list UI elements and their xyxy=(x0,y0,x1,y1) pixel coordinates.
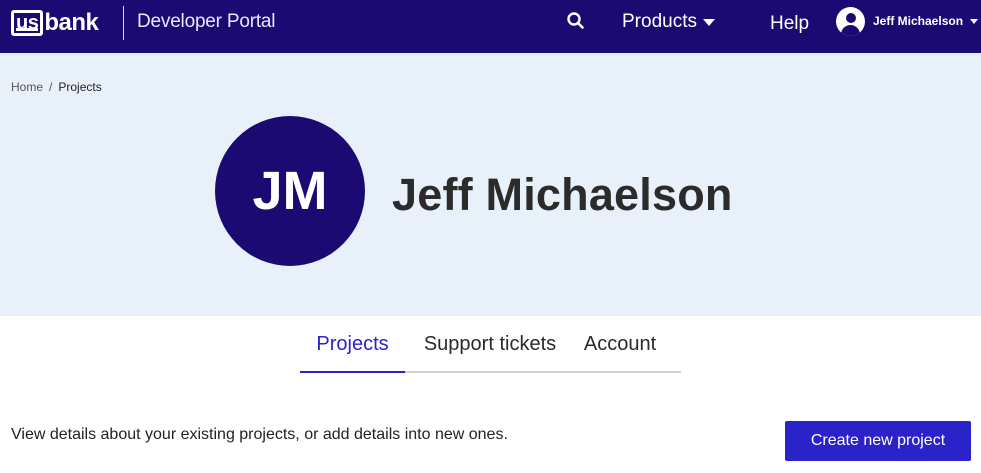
breadcrumb-separator: / xyxy=(49,80,53,94)
user-circle-icon xyxy=(836,6,865,36)
help-link[interactable]: Help xyxy=(770,13,809,35)
top-navigation-bar: us bank Developer Portal Products Help J… xyxy=(0,0,981,53)
user-name-label: Jeff Michaelson xyxy=(873,14,964,28)
tab-projects[interactable]: Projects xyxy=(300,325,405,373)
breadcrumb-home-link[interactable]: Home xyxy=(11,80,43,94)
tab-account[interactable]: Account xyxy=(575,325,665,371)
projects-description: View details about your existing project… xyxy=(11,426,508,443)
portal-title[interactable]: Developer Portal xyxy=(137,11,276,33)
products-menu[interactable]: Products xyxy=(622,11,715,33)
user-menu[interactable]: Jeff Michaelson xyxy=(836,5,979,37)
caret-down-icon xyxy=(970,18,979,24)
profile-tabs: Projects Support tickets Account xyxy=(300,325,681,373)
logo-bank-text: bank xyxy=(44,9,99,36)
search-icon[interactable] xyxy=(566,11,586,31)
profile-hero: Home / Projects JM Jeff Michaelson xyxy=(0,53,981,316)
usbank-logo[interactable]: us bank xyxy=(11,8,99,38)
products-label: Products xyxy=(622,11,697,32)
profile-name: Jeff Michaelson xyxy=(392,169,733,220)
profile-avatar: JM xyxy=(215,116,365,266)
create-new-project-button[interactable]: Create new project xyxy=(785,421,971,461)
caret-down-icon xyxy=(702,18,715,26)
breadcrumb-current: Projects xyxy=(58,80,102,94)
breadcrumb: Home / Projects xyxy=(11,80,102,94)
logo-us-mark: us xyxy=(11,10,44,36)
header-divider xyxy=(123,6,124,40)
tab-support-tickets[interactable]: Support tickets xyxy=(405,325,575,371)
